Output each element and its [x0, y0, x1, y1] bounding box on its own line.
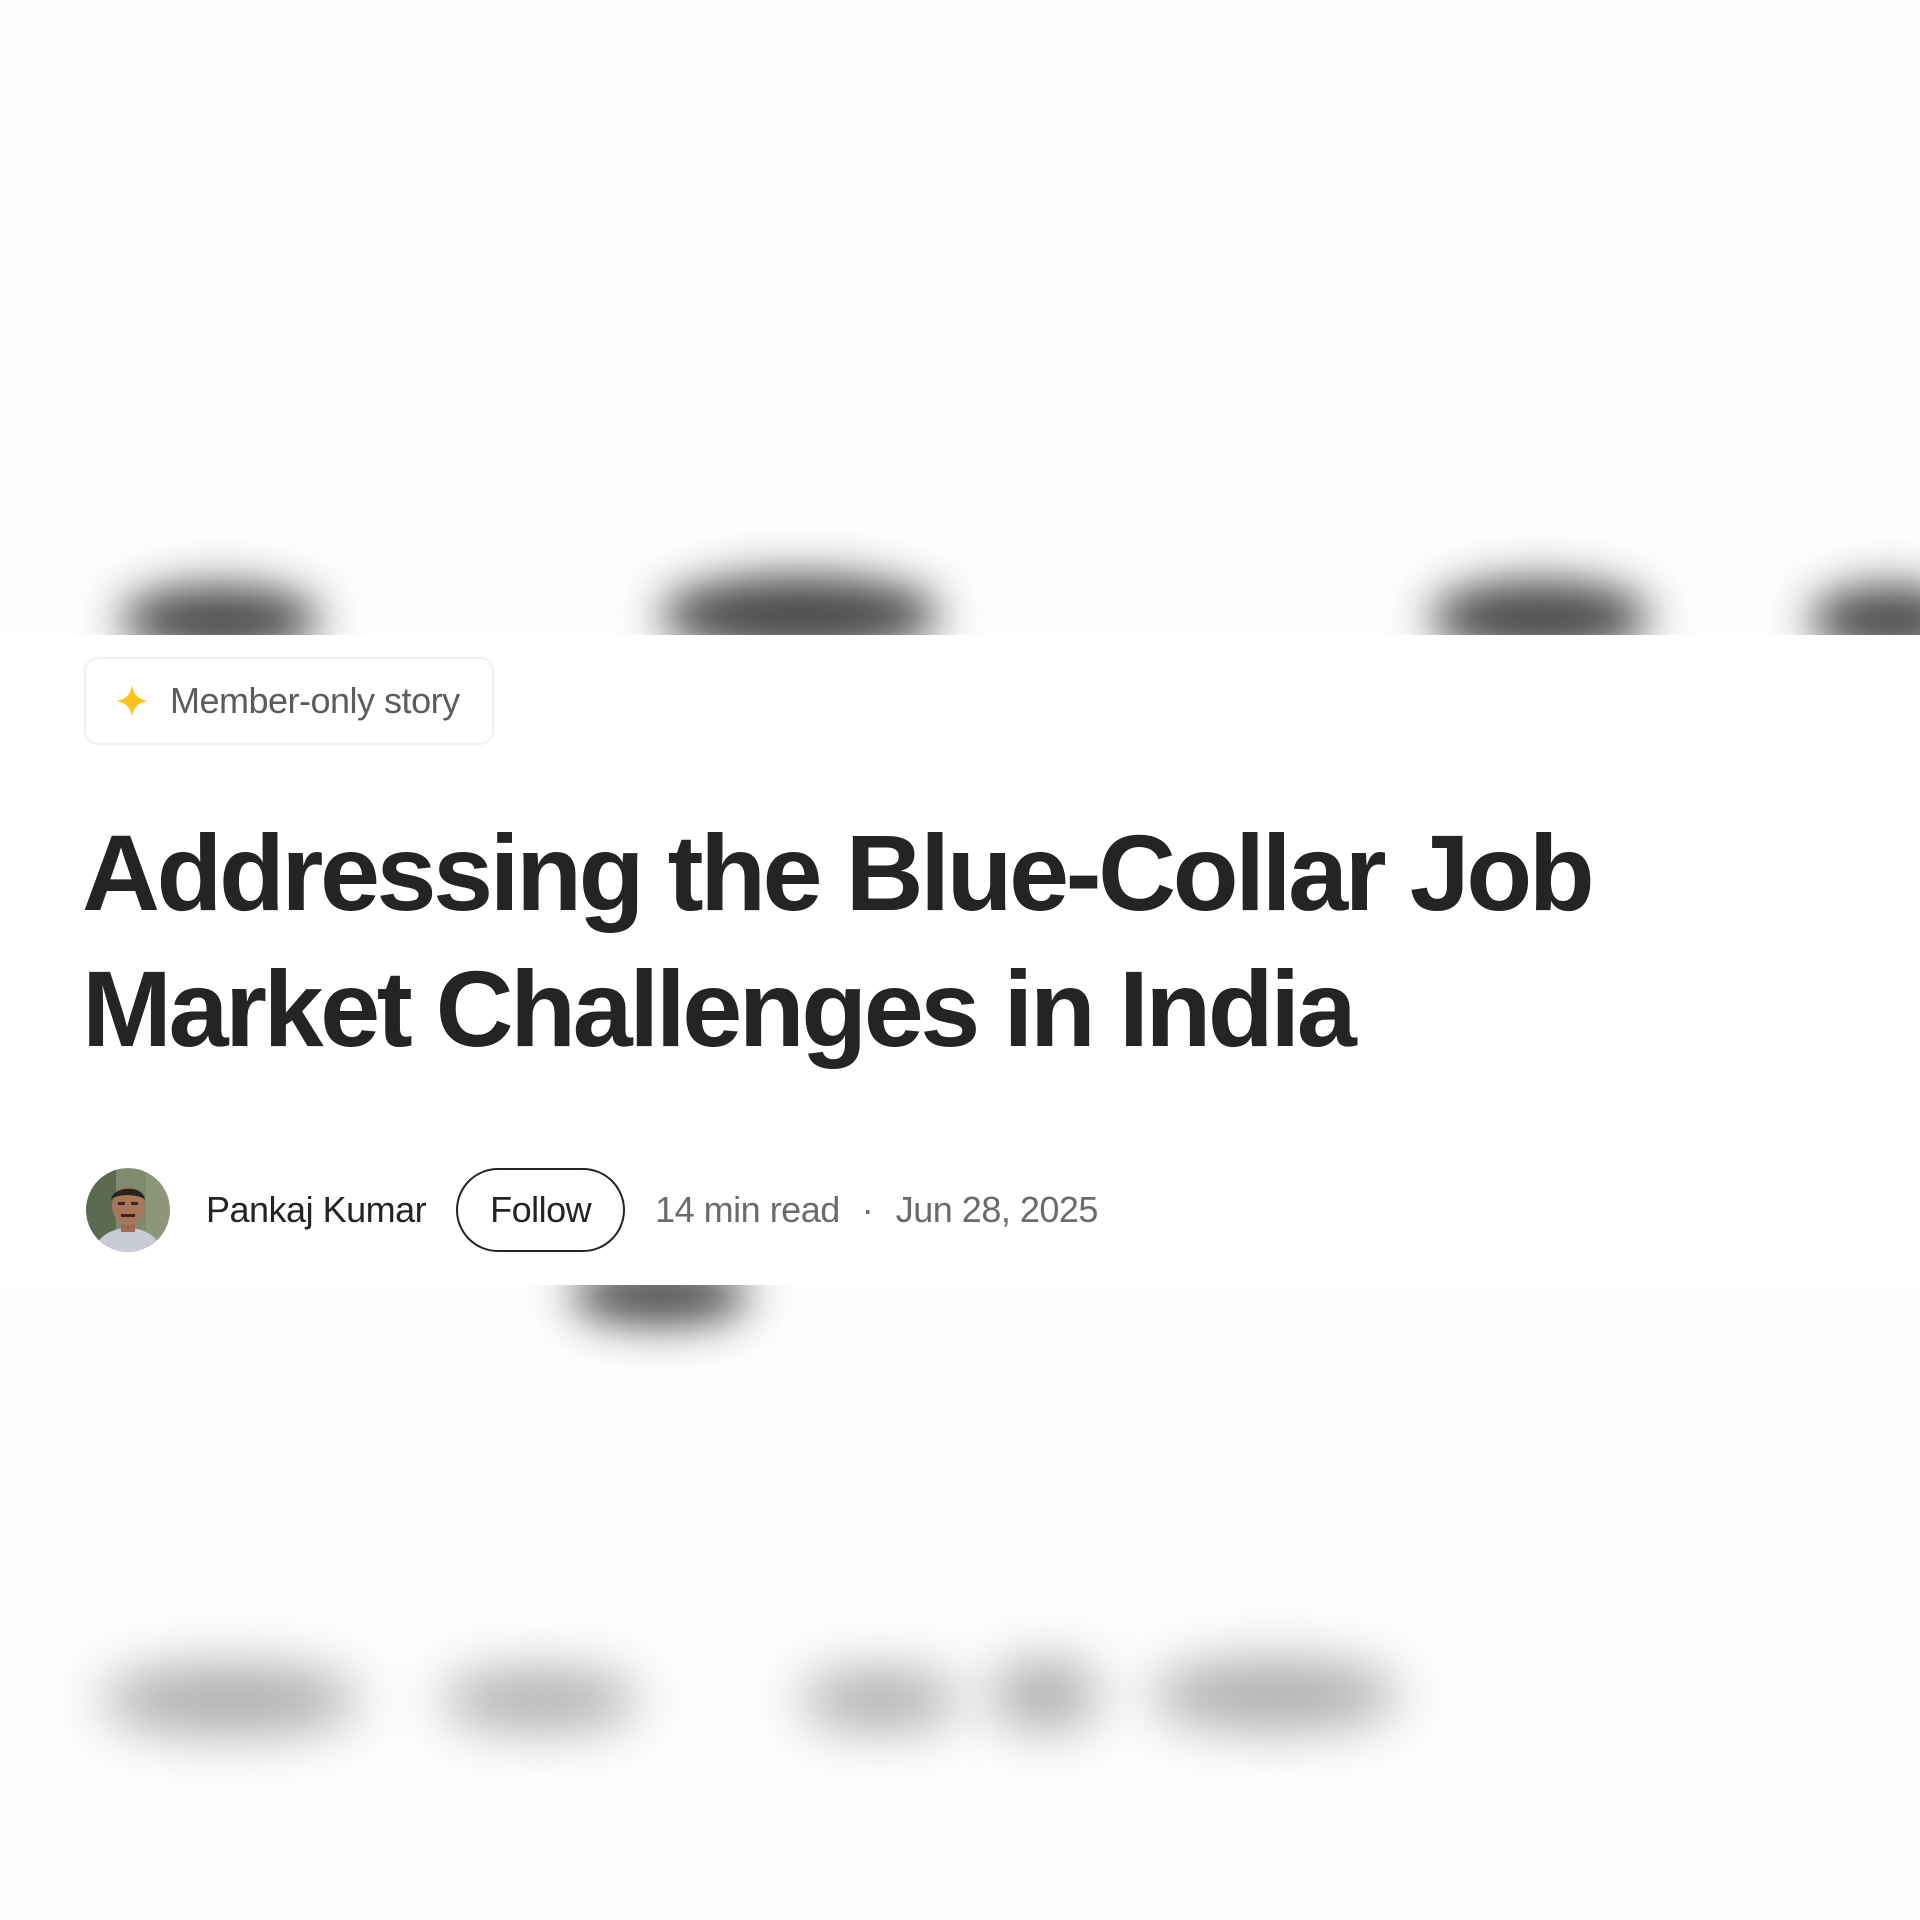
member-only-badge: Member-only story [84, 657, 494, 745]
byline: Pankaj Kumar Follow 14 min read · Jun 28… [86, 1165, 1098, 1255]
publish-date: Jun 28, 2025 [895, 1189, 1099, 1230]
member-only-label: Member-only story [170, 680, 460, 721]
read-time: 14 min read [655, 1189, 840, 1230]
article-title-line-1: Addressing the Blue-Collar Job [82, 812, 1595, 933]
author-name[interactable]: Pankaj Kumar [206, 1189, 427, 1231]
article-title: Addressing the Blue-Collar Job Market Ch… [82, 805, 1782, 1077]
article-header: Member-only story Addressing the Blue-Co… [0, 635, 1920, 1285]
meta-separator: · [861, 1189, 874, 1230]
article-title-line-2: Market Challenges in India [82, 948, 1357, 1069]
star-icon [115, 684, 149, 718]
author-avatar[interactable] [86, 1168, 170, 1252]
page: Member-only story Addressing the Blue-Co… [0, 0, 1920, 1920]
follow-button[interactable]: Follow [456, 1168, 626, 1252]
